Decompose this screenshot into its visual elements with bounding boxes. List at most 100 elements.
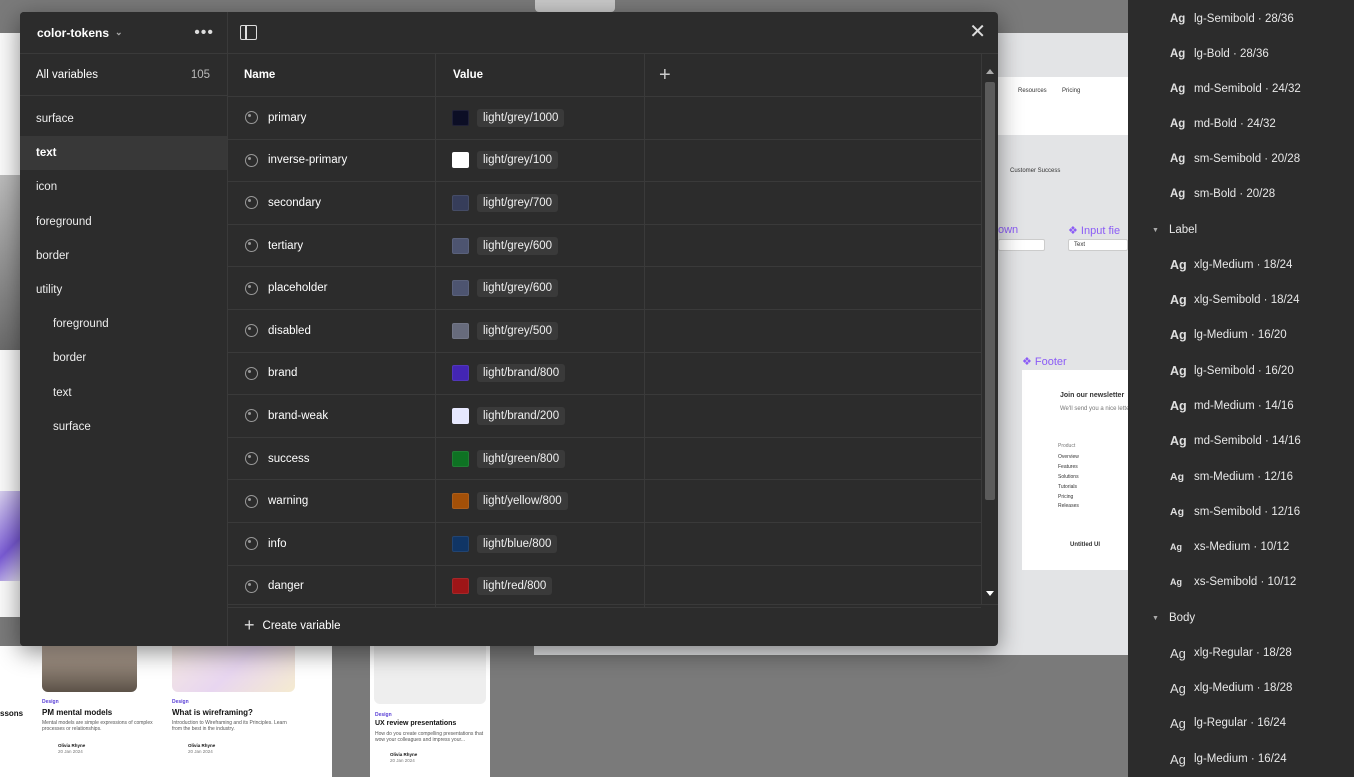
add-mode-icon[interactable]: + [659, 64, 671, 87]
text-style-item[interactable]: Ag lg-Semibold · 28/36 [1170, 8, 1294, 30]
text-style-item[interactable]: Ag md-Bold · 24/32 [1170, 113, 1276, 135]
variable-row[interactable]: tertiary light/grey/600 [228, 224, 981, 268]
alias-token[interactable]: light/green/800 [477, 449, 566, 468]
text-style-item[interactable]: Ag sm-Bold · 20/28 [1170, 183, 1275, 205]
color-swatch[interactable] [452, 578, 469, 595]
variable-value-cell[interactable]: light/brand/800 [436, 352, 645, 395]
variable-row[interactable]: success light/green/800 [228, 437, 981, 481]
alias-token[interactable]: light/grey/600 [477, 279, 559, 298]
all-variables-item[interactable]: All variables 105 [20, 54, 227, 96]
body-group-heading[interactable]: ▼ Body [1152, 607, 1195, 629]
text-style-item[interactable]: Ag md-Semibold · 14/16 [1170, 430, 1301, 452]
scroll-thumb[interactable] [985, 82, 995, 500]
variable-value-cell[interactable]: light/brand/200 [436, 395, 645, 437]
text-style-item[interactable]: Ag xlg-Semibold · 18/24 [1170, 289, 1299, 311]
group-utility-text[interactable]: text [20, 376, 227, 410]
alias-token[interactable]: light/grey/100 [477, 151, 559, 170]
group-foreground[interactable]: foreground [20, 205, 227, 239]
color-swatch[interactable] [452, 109, 469, 126]
variable-value-cell[interactable]: light/grey/600 [436, 267, 645, 309]
alias-token[interactable]: light/red/800 [477, 577, 553, 596]
variable-value-cell[interactable]: light/grey/700 [436, 182, 645, 224]
label-group-heading[interactable]: ▼ Label [1152, 219, 1197, 241]
color-swatch[interactable] [452, 493, 469, 510]
text-style-item[interactable]: Ag xlg-Medium · 18/28 [1170, 677, 1292, 699]
more-options-icon[interactable]: ••• [194, 24, 214, 42]
scroll-down-icon[interactable] [986, 591, 994, 596]
text-style-item[interactable]: Ag xlg-Regular · 18/28 [1170, 642, 1292, 664]
alias-token[interactable]: light/brand/200 [477, 406, 566, 425]
variable-row[interactable]: danger light/red/800 [228, 565, 981, 609]
variable-row[interactable]: primary light/grey/1000 [228, 97, 981, 140]
variable-name-cell[interactable]: success [228, 437, 436, 480]
text-style-item[interactable]: Ag md-Medium · 14/16 [1170, 395, 1294, 417]
close-icon[interactable]: ✕ [969, 22, 986, 42]
variable-name-cell[interactable]: placeholder [228, 267, 436, 309]
text-style-item[interactable]: Ag lg-Medium · 16/24 [1170, 748, 1287, 770]
variable-name-cell[interactable]: inverse-primary [228, 139, 436, 182]
text-style-item[interactable]: Ag xs-Semibold · 10/12 [1170, 571, 1296, 593]
create-variable-button[interactable]: + Create variable [228, 604, 998, 646]
scrollbar[interactable] [981, 54, 998, 604]
group-utility[interactable]: utility [20, 273, 227, 307]
alias-token[interactable]: light/grey/700 [477, 193, 559, 212]
variable-name-cell[interactable]: danger [228, 565, 436, 608]
color-swatch[interactable] [452, 322, 469, 339]
text-style-item[interactable]: Ag md-Semibold · 24/32 [1170, 78, 1301, 100]
text-style-item[interactable]: Ag lg-Medium · 16/20 [1170, 324, 1287, 346]
variable-row[interactable]: warning light/yellow/800 [228, 480, 981, 523]
alias-token[interactable]: light/grey/1000 [477, 108, 565, 127]
variable-name-cell[interactable]: disabled [228, 309, 436, 352]
color-swatch[interactable] [452, 407, 469, 424]
variable-row[interactable]: secondary light/grey/700 [228, 182, 981, 225]
variable-value-cell[interactable]: light/yellow/800 [436, 480, 645, 522]
variable-name-cell[interactable]: primary [228, 97, 436, 139]
alias-token[interactable]: light/yellow/800 [477, 492, 568, 511]
group-utility-border[interactable]: border [20, 341, 227, 375]
variable-name-cell[interactable]: secondary [228, 182, 436, 224]
variable-value-cell[interactable]: light/green/800 [436, 437, 645, 480]
variable-value-cell[interactable]: light/red/800 [436, 565, 645, 608]
group-text[interactable]: text [20, 136, 227, 171]
variable-row[interactable]: info light/blue/800 [228, 522, 981, 566]
collection-switcher[interactable]: color-tokens ⌄ [37, 26, 123, 40]
text-style-item[interactable]: Ag sm-Medium · 12/16 [1170, 466, 1293, 488]
group-utility-foreground[interactable]: foreground [20, 307, 227, 341]
alias-token[interactable]: light/brand/800 [477, 364, 566, 383]
color-swatch[interactable] [452, 535, 469, 552]
variable-row[interactable]: brand light/brand/800 [228, 352, 981, 396]
group-icon[interactable]: icon [20, 170, 227, 204]
group-utility-surface[interactable]: surface [20, 410, 227, 444]
color-swatch[interactable] [452, 194, 469, 211]
variable-name-cell[interactable]: warning [228, 480, 436, 522]
variable-value-cell[interactable]: light/grey/1000 [436, 97, 645, 139]
scroll-up-icon[interactable] [986, 69, 994, 74]
color-swatch[interactable] [452, 365, 469, 382]
variable-row[interactable]: placeholder light/grey/600 [228, 267, 981, 310]
variable-name-cell[interactable]: tertiary [228, 224, 436, 267]
variable-name-cell[interactable]: info [228, 522, 436, 565]
group-surface[interactable]: surface [20, 102, 227, 136]
variable-value-cell[interactable]: light/blue/800 [436, 522, 645, 565]
text-style-item[interactable]: Ag lg-Semibold · 16/20 [1170, 360, 1294, 382]
variable-name-cell[interactable]: brand-weak [228, 395, 436, 437]
color-swatch[interactable] [452, 450, 469, 467]
text-style-item[interactable]: Ag xlg-Medium · 18/24 [1170, 254, 1292, 276]
sidebar-toggle-icon[interactable] [240, 25, 257, 40]
variable-row[interactable]: brand-weak light/brand/200 [228, 395, 981, 438]
text-style-item[interactable]: Ag lg-Bold · 28/36 [1170, 43, 1269, 65]
variable-row[interactable]: disabled light/grey/500 [228, 309, 981, 353]
color-swatch[interactable] [452, 237, 469, 254]
text-style-item[interactable]: Ag sm-Semibold · 20/28 [1170, 148, 1300, 170]
group-border[interactable]: border [20, 239, 227, 273]
text-style-item[interactable]: Ag sm-Semibold · 12/16 [1170, 501, 1300, 523]
color-swatch[interactable] [452, 280, 469, 297]
text-style-item[interactable]: Ag lg-Regular · 16/24 [1170, 712, 1286, 734]
alias-token[interactable]: light/blue/800 [477, 534, 558, 553]
color-swatch[interactable] [452, 152, 469, 169]
variable-row[interactable]: inverse-primary light/grey/100 [228, 139, 981, 183]
alias-token[interactable]: light/grey/600 [477, 236, 559, 255]
variable-value-cell[interactable]: light/grey/100 [436, 139, 645, 182]
variable-value-cell[interactable]: light/grey/500 [436, 309, 645, 352]
alias-token[interactable]: light/grey/500 [477, 321, 559, 340]
